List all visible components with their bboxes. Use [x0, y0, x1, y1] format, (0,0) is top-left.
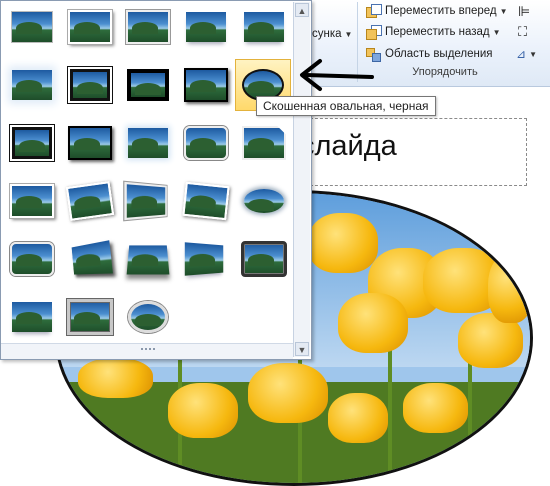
chevron-down-icon: ▼ — [529, 49, 537, 59]
picture-style-option[interactable] — [63, 3, 117, 51]
style-preview — [128, 128, 168, 158]
picture-style-option[interactable] — [5, 61, 59, 109]
tulip-flower — [168, 383, 238, 438]
picture-style-option[interactable] — [63, 119, 117, 167]
style-preview — [242, 126, 286, 160]
picture-style-option[interactable] — [237, 177, 291, 225]
style-preview — [184, 242, 224, 276]
style-preview — [10, 184, 54, 218]
style-preview — [124, 181, 167, 221]
picture-style-option[interactable] — [5, 177, 59, 225]
picture-style-option[interactable] — [179, 235, 233, 283]
picture-style-option[interactable] — [63, 61, 117, 109]
style-preview — [71, 240, 113, 275]
group-icon: ⛶ — [518, 24, 528, 39]
style-preview — [126, 245, 170, 275]
style-preview — [12, 70, 52, 100]
style-preview — [68, 126, 112, 160]
picture-style-option[interactable] — [121, 293, 175, 341]
align-button[interactable]: ⊫ — [518, 1, 530, 21]
selection-pane-label: Область выделения — [385, 48, 493, 60]
style-preview — [184, 68, 228, 102]
style-preview — [70, 69, 110, 101]
bring-forward-button[interactable]: Переместить вперед ▼ — [366, 1, 508, 21]
picture-style-option[interactable] — [179, 61, 233, 109]
tulip-flower — [78, 358, 153, 398]
tulip-flower — [403, 383, 468, 433]
style-preview — [186, 12, 226, 42]
tulip-stem — [388, 333, 392, 483]
style-preview — [65, 181, 115, 221]
style-preview — [12, 127, 52, 159]
tulip-flower — [488, 253, 530, 323]
picture-style-option[interactable] — [179, 3, 233, 51]
style-preview — [244, 12, 284, 42]
picture-style-option[interactable] — [5, 293, 59, 341]
picture-style-option[interactable] — [121, 119, 175, 167]
tulip-flower — [248, 363, 328, 423]
picture-style-option[interactable] — [237, 3, 291, 51]
gallery-resize-bar[interactable] — [1, 343, 293, 359]
picture-style-option[interactable] — [237, 235, 291, 283]
resize-grip-icon — [141, 348, 155, 356]
align-icon: ⊫ — [518, 2, 531, 19]
style-preview — [12, 12, 52, 42]
picture-style-option[interactable] — [121, 177, 175, 225]
chevron-down-icon: ▼ — [492, 27, 501, 37]
chevron-down-icon: ▼ — [344, 29, 353, 39]
tulip-flower — [328, 393, 388, 443]
group-button[interactable]: ⛶ — [518, 22, 527, 42]
picture-style-option[interactable] — [179, 119, 233, 167]
tulip-flower — [308, 213, 378, 273]
scroll-up-button[interactable]: ▲ — [295, 3, 309, 17]
tulip-flower — [338, 293, 408, 353]
style-preview — [68, 10, 112, 44]
style-preview — [127, 69, 169, 101]
picture-style-option[interactable] — [179, 177, 233, 225]
picture-style-option[interactable] — [63, 293, 117, 341]
selection-pane-button[interactable]: Область выделения — [366, 44, 493, 64]
style-preview — [128, 301, 168, 333]
annotation-arrow-icon — [300, 59, 374, 91]
picture-style-option[interactable] — [237, 119, 291, 167]
picture-layout-partial-label: сунка — [312, 28, 342, 40]
style-preview — [126, 10, 170, 44]
send-backward-button[interactable]: Переместить назад ▼ — [366, 22, 501, 42]
picture-style-option[interactable] — [63, 235, 117, 283]
rotate-button[interactable]: ⊿ ▼ — [516, 44, 537, 64]
style-preview — [182, 181, 230, 221]
scroll-down-button[interactable]: ▼ — [295, 342, 309, 356]
picture-style-option[interactable] — [121, 235, 175, 283]
bring-forward-label: Переместить вперед — [385, 5, 497, 17]
slide-title-text: слайда — [300, 130, 397, 162]
picture-style-option[interactable] — [121, 61, 175, 109]
style-preview — [241, 241, 287, 277]
style-preview — [12, 302, 52, 332]
style-tooltip: Скошенная овальная, черная — [256, 96, 436, 116]
picture-styles-gallery: ▲ ▼ — [0, 0, 312, 360]
picture-style-option[interactable] — [5, 3, 59, 51]
picture-style-option[interactable] — [63, 177, 117, 225]
style-preview — [184, 126, 228, 160]
rotate-icon: ⊿ — [516, 47, 527, 61]
bring-forward-icon — [366, 3, 382, 19]
style-preview — [10, 242, 54, 276]
send-backward-icon — [366, 24, 382, 40]
style-preview — [67, 299, 113, 335]
picture-layout-partial-button[interactable]: сунка ▼ — [312, 24, 352, 44]
picture-style-option[interactable] — [121, 3, 175, 51]
picture-style-option[interactable] — [5, 235, 59, 283]
gallery-scrollbar[interactable]: ▲ ▼ — [293, 2, 310, 357]
style-preview — [244, 189, 284, 213]
picture-style-option[interactable] — [5, 119, 59, 167]
send-backward-label: Переместить назад — [385, 26, 490, 38]
chevron-down-icon: ▼ — [499, 6, 508, 16]
arrange-group-label: Упорядочить — [412, 66, 478, 78]
